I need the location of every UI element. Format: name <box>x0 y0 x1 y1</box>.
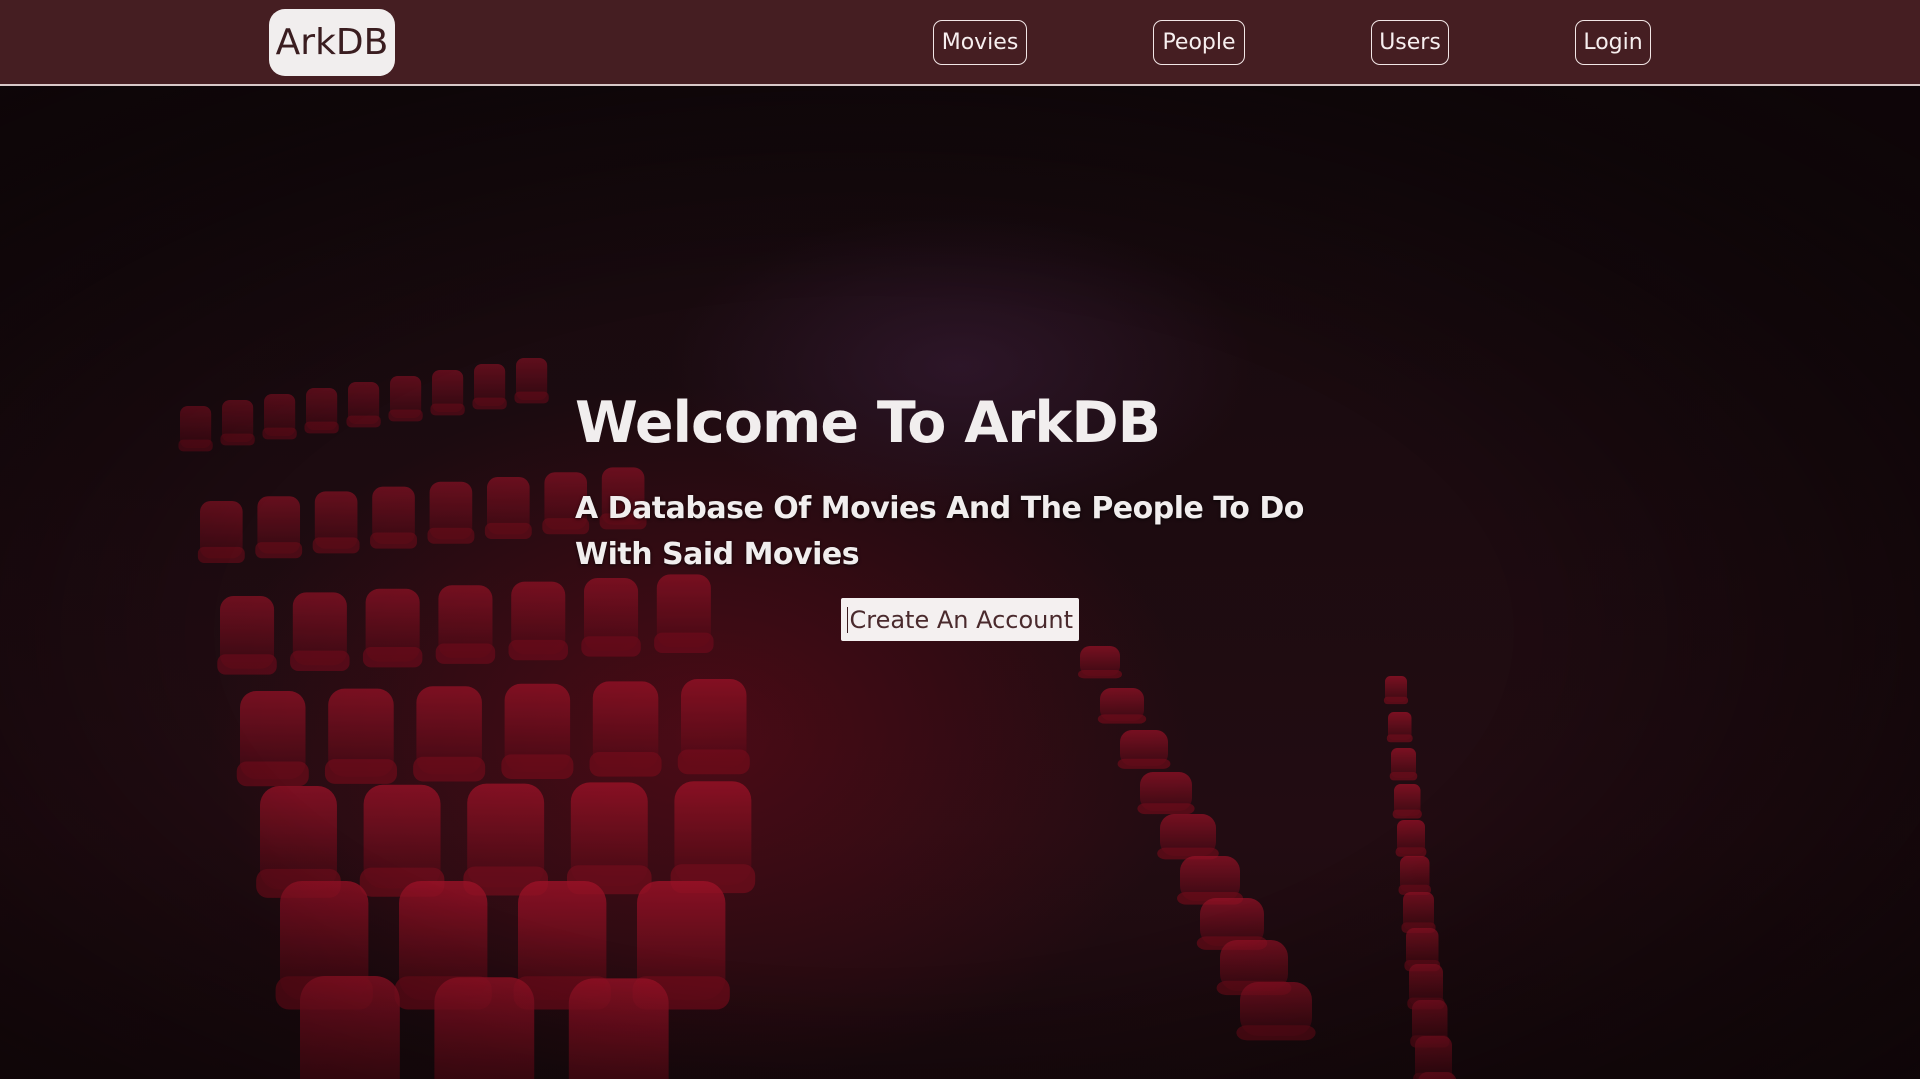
brand-logo-link[interactable]: ArkDB <box>269 9 395 76</box>
hero-section: Welcome To ArkDB A Database Of Movies An… <box>0 86 1920 1079</box>
top-navbar: ArkDB Movies People Users Login <box>0 0 1920 86</box>
nav-people-button[interactable]: People <box>1153 20 1245 65</box>
create-account-label: Create An Account <box>849 605 1074 634</box>
cinema-seats-background-image <box>0 86 1920 1079</box>
nav-movies-button[interactable]: Movies <box>933 20 1027 65</box>
nav-users-button[interactable]: Users <box>1371 20 1449 65</box>
create-account-button[interactable]: Create An Account <box>841 598 1079 641</box>
hero-subtitle: A Database Of Movies And The People To D… <box>575 491 1304 572</box>
hero-title: Welcome To ArkDB <box>575 390 1161 456</box>
nav-login-button[interactable]: Login <box>1575 20 1651 65</box>
text-cursor <box>846 606 849 633</box>
